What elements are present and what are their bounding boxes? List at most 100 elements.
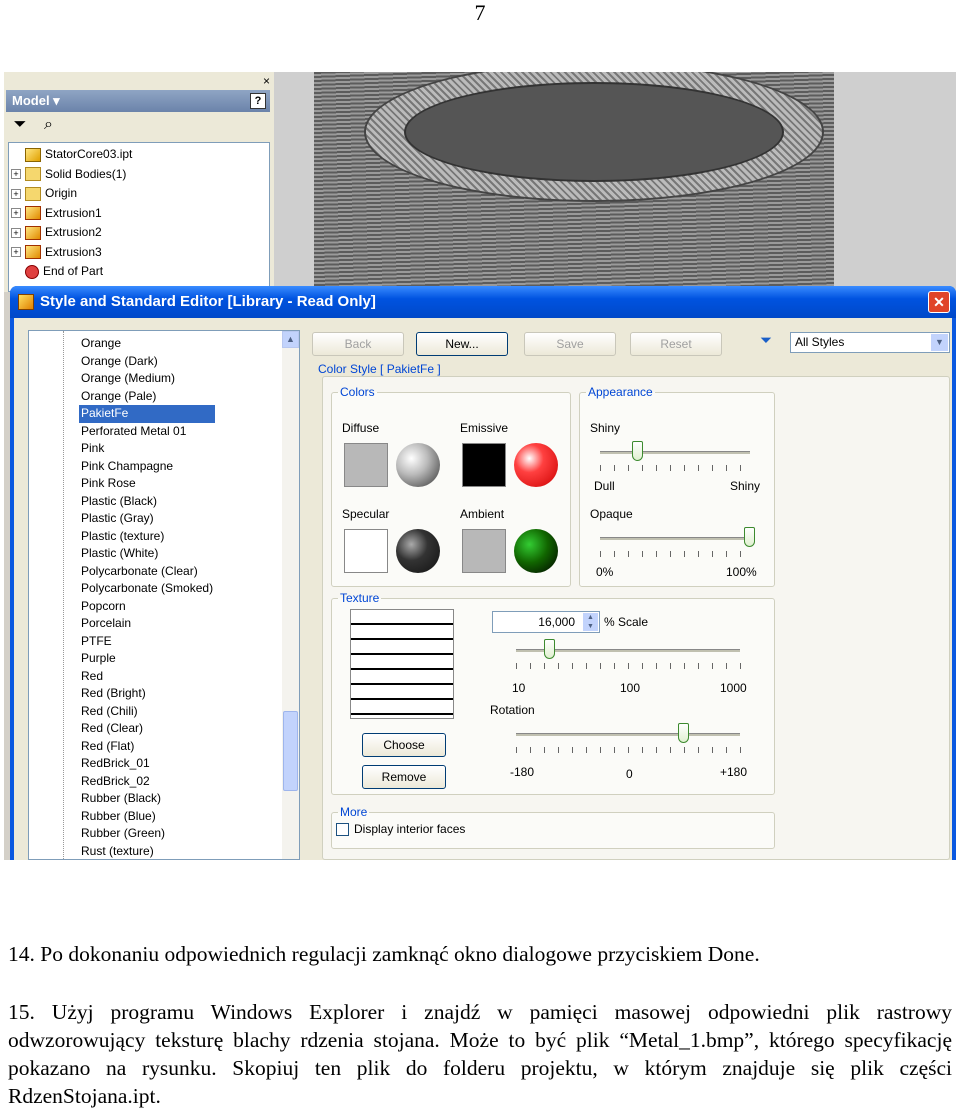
ambient-swatch[interactable]	[462, 529, 506, 573]
opaque-label: Opaque	[590, 507, 633, 521]
style-list-item[interactable]: Plastic (Gray)	[79, 510, 215, 528]
close-icon[interactable]: ×	[263, 74, 270, 88]
emissive-swatch[interactable]	[462, 443, 506, 487]
shininess-ticks	[600, 465, 754, 471]
scale-input[interactable]: 16,000 ▲ ▼	[492, 611, 600, 633]
style-list-item[interactable]: Red (Clear)	[79, 720, 215, 738]
shininess-track[interactable]	[600, 451, 750, 454]
display-interior-faces-checkbox[interactable]	[336, 823, 349, 836]
expand-icon[interactable]: +	[11, 247, 21, 258]
reset-button[interactable]: Reset	[630, 332, 722, 356]
opacity-slider[interactable]	[744, 527, 755, 547]
tree-node[interactable]: + Origin	[11, 184, 267, 204]
tree-node[interactable]: + Extrusion3	[11, 243, 267, 263]
expand-icon[interactable]: +	[11, 208, 21, 219]
end-of-part-icon	[25, 264, 39, 279]
new-button[interactable]: New...	[416, 332, 508, 356]
style-list-item[interactable]: PakietFe	[79, 405, 216, 423]
tree-connector	[63, 331, 64, 859]
dialog-body: Orange Orange (Dark) Orange (Medium) Orange…	[14, 318, 952, 860]
style-list-item[interactable]: Rubber (Black)	[79, 790, 215, 808]
tree-node-label: Extrusion3	[45, 244, 102, 259]
style-list-item[interactable]: RedBrick_01	[79, 755, 215, 773]
expand-icon[interactable]: +	[11, 169, 21, 180]
shininess-slider[interactable]	[631, 441, 643, 461]
style-list-item[interactable]: Red (Chili)	[79, 703, 215, 721]
diffuse-sphere	[396, 443, 440, 487]
expand-icon[interactable]: +	[11, 188, 21, 199]
graphics-viewport[interactable]	[274, 72, 956, 292]
style-list-item[interactable]: RedBrick_02	[79, 773, 215, 791]
texture-legend: Texture	[340, 591, 380, 605]
specular-swatch[interactable]	[344, 529, 388, 573]
tree-node[interactable]: StatorCore03.ipt	[11, 145, 267, 165]
model-browser-header[interactable]: Model ▾ ?	[6, 90, 270, 112]
colors-group: Colors Diffuse Emissive Specular Ambient	[331, 385, 571, 587]
style-list-item[interactable]: Porcelain	[79, 615, 215, 633]
expand-icon[interactable]: +	[11, 227, 21, 238]
style-list-item[interactable]: Rubber (Green)	[79, 825, 215, 843]
style-list-item[interactable]: Pink Champagne	[79, 458, 215, 476]
chevron-down-icon[interactable]: ▼	[931, 334, 948, 351]
style-list-item[interactable]: Rust (texture)	[79, 843, 215, 860]
scale-unit-label: % Scale	[604, 615, 649, 629]
style-list-item[interactable]: Polycarbonate (Smoked)	[79, 580, 215, 598]
dialog-title-bar[interactable]: Style and Standard Editor [Library - Rea…	[10, 286, 956, 318]
style-list-item[interactable]: Popcorn	[79, 598, 215, 616]
remove-button[interactable]: Remove	[362, 765, 446, 789]
style-filter-value: All Styles	[795, 335, 845, 349]
style-list-item[interactable]: Plastic (Black)	[79, 493, 215, 511]
filter-icon[interactable]: ⏷	[760, 332, 778, 350]
style-list-item[interactable]: Perforated Metal 01	[79, 423, 215, 441]
scale-slider[interactable]	[543, 639, 555, 659]
scroll-up-icon[interactable]: ▲	[282, 331, 299, 348]
style-list-item[interactable]: Red (Bright)	[79, 685, 215, 703]
tree-node[interactable]: End of Part	[11, 262, 267, 282]
style-list-item[interactable]: Red (Flat)	[79, 738, 215, 756]
model-browser-title[interactable]: Model ▾	[12, 93, 60, 108]
style-list-item[interactable]: Plastic (texture)	[79, 528, 215, 546]
style-list-scrollbar[interactable]: ▲	[282, 331, 299, 859]
scroll-thumb[interactable]	[283, 711, 298, 791]
style-list-item[interactable]: Purple	[79, 650, 215, 668]
style-list: Orange Orange (Dark) Orange (Medium) Orange…	[28, 330, 300, 860]
close-button[interactable]: ✕	[928, 291, 950, 313]
rotation-slider[interactable]	[678, 723, 689, 743]
model-tree: StatorCore03.ipt + Solid Bodies(1) + Origin +…	[8, 142, 270, 292]
style-list-item[interactable]: Pink	[79, 440, 215, 458]
model-browser-toolbar: ⏷ ⌕	[8, 116, 60, 140]
diffuse-swatch[interactable]	[344, 443, 388, 487]
opacity-track[interactable]	[600, 537, 750, 540]
rotation-tick-label: 0	[626, 767, 633, 781]
style-filter-select[interactable]: All Styles ▼	[790, 332, 950, 353]
extrusion-icon	[25, 245, 41, 260]
style-list-item[interactable]: Rubber (Blue)	[79, 808, 215, 826]
color-style-box: Colors Diffuse Emissive Specular Ambient	[322, 376, 950, 860]
rotation-label: Rotation	[490, 703, 535, 717]
style-list-item[interactable]: Plastic (White)	[79, 545, 215, 563]
style-list-item[interactable]: Polycarbonate (Clear)	[79, 563, 215, 581]
style-list-item[interactable]: Orange (Pale)	[79, 388, 215, 406]
inventor-screenshot: × Model ▾ ? ⏷ ⌕ StatorCore03.ipt + Solid B…	[4, 72, 956, 860]
style-list-item[interactable]: Orange (Medium)	[79, 370, 215, 388]
rotation-track[interactable]	[516, 733, 740, 736]
choose-button[interactable]: Choose	[362, 733, 446, 757]
save-button[interactable]: Save	[524, 332, 616, 356]
style-list-item[interactable]: PTFE	[79, 633, 215, 651]
scale-spinner-icon[interactable]: ▲ ▼	[583, 613, 598, 631]
tree-node[interactable]: + Extrusion2	[11, 223, 267, 243]
style-list-item[interactable]: Pink Rose	[79, 475, 215, 493]
opacity-max-label: 100%	[726, 565, 757, 579]
back-button[interactable]: Back	[312, 332, 404, 356]
style-list-item[interactable]: Orange	[79, 335, 215, 353]
tree-node[interactable]: + Solid Bodies(1)	[11, 165, 267, 185]
find-icon[interactable]: ⌕	[36, 116, 60, 134]
style-list-item[interactable]: Orange (Dark)	[79, 353, 215, 371]
filter-icon[interactable]: ⏷	[8, 116, 32, 134]
style-list-item[interactable]: Red	[79, 668, 215, 686]
rotation-tick-label: -180	[510, 765, 535, 779]
stator-core-model	[314, 72, 834, 292]
tree-node[interactable]: + Extrusion1	[11, 204, 267, 224]
help-icon[interactable]: ?	[250, 93, 266, 109]
emissive-label: Emissive	[460, 421, 509, 435]
